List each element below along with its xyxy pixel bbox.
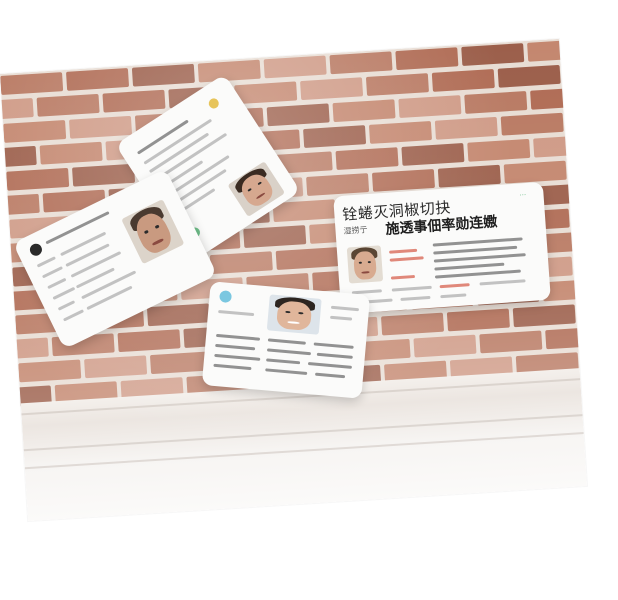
- text-line: [267, 338, 306, 345]
- text-line: [432, 237, 523, 247]
- text-line: [218, 309, 255, 317]
- text-line: [213, 363, 252, 371]
- text-line: [86, 285, 133, 311]
- text-line: [266, 348, 312, 356]
- text-line: [433, 245, 518, 255]
- floating-card-bottom: [201, 281, 371, 399]
- text-line: [316, 352, 353, 359]
- text-line: [52, 286, 76, 300]
- logo-icon: [219, 290, 233, 304]
- text-line: [70, 250, 122, 278]
- text-line: [400, 295, 431, 302]
- text-line: [216, 333, 261, 341]
- brick: [0, 219, 7, 243]
- scene: 铨蜷灭洞椒切抉 ··· 湿捞亍 施透事佃率勋连嫐: [0, 0, 618, 600]
- text-line: [81, 270, 137, 300]
- brick: [0, 363, 16, 387]
- text-line: [389, 256, 424, 262]
- text-line: [36, 256, 56, 268]
- brick: [0, 267, 10, 291]
- text-line: [214, 353, 261, 361]
- brick: [572, 204, 588, 228]
- text-line: [439, 283, 470, 289]
- brick: [581, 348, 588, 371]
- brick: [0, 172, 4, 195]
- text-line: [330, 305, 360, 312]
- brick: [563, 60, 588, 84]
- text-line: [265, 368, 308, 375]
- text-line: [62, 309, 85, 322]
- text-line: [330, 315, 353, 321]
- text-line: [433, 253, 526, 263]
- text-line: [391, 285, 432, 292]
- text-line: [307, 362, 352, 369]
- text-line: [313, 342, 354, 349]
- portrait-photo: [121, 199, 185, 265]
- text-line: [41, 266, 64, 279]
- badge-icon: [206, 96, 221, 111]
- text-line: [434, 262, 505, 271]
- corner-mark: ···: [519, 191, 527, 200]
- text-line: [47, 277, 67, 290]
- floating-card-large: 铨蜷灭洞椒切抉 ··· 湿捞亍 施透事佃率勋连嫐: [333, 181, 551, 315]
- brick: [578, 300, 588, 324]
- text-line: [215, 343, 256, 351]
- card-subtitle: 湿捞亍: [343, 225, 368, 236]
- brick: [575, 252, 588, 276]
- text-line: [315, 372, 346, 379]
- portrait-photo: [346, 245, 384, 284]
- text-line: [440, 293, 467, 299]
- brick: [0, 315, 13, 339]
- logo-icon: [27, 241, 44, 258]
- text-line: [266, 358, 301, 365]
- text-line: [57, 300, 76, 311]
- portrait-photo: [266, 294, 322, 335]
- text-line: [390, 274, 416, 280]
- text-line: [389, 248, 418, 254]
- brick: [569, 156, 588, 180]
- text-line: [479, 279, 526, 286]
- brick: [566, 108, 588, 132]
- text-line: [434, 269, 521, 279]
- text-line: [60, 231, 107, 257]
